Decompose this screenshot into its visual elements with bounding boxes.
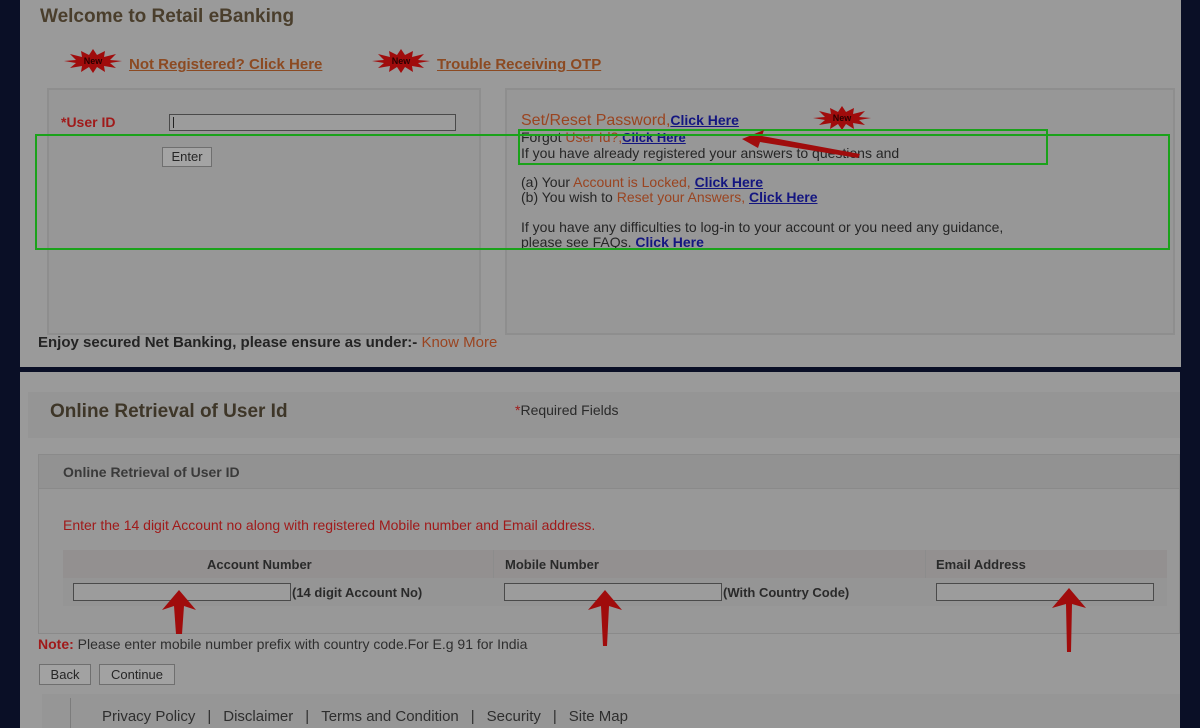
annotation-arrow-icon [1052,588,1086,652]
mobile-number-hint: (With Country Code) [723,585,850,600]
set-reset-password-link[interactable]: Click Here [670,112,738,128]
annotation-arrow-icon [588,590,622,646]
footer-link-privacy-policy[interactable]: Privacy Policy [102,708,195,725]
form-table-header: Account Number Mobile Number Email Addre… [63,550,1167,606]
footer-link-security[interactable]: Security [487,708,541,725]
back-button[interactable]: Back [39,664,91,685]
highlight-box [35,134,1170,250]
footer-link-disclaimer[interactable]: Disclaimer [223,708,293,725]
enjoy-secured-banking-text: Enjoy secured Net Banking, please ensure… [38,334,497,351]
footer-separator: | [470,708,475,725]
required-text: Required Fields [520,402,619,418]
column-header-mobile-number: Mobile Number [505,557,599,572]
not-registered-link[interactable]: Not Registered? Click Here [129,56,322,73]
footer-separator: | [207,708,212,725]
new-starburst-icon: New [64,49,122,73]
annotation-arrow-icon [162,590,196,634]
instruction-text: Enter the 14 digit Account no along with… [63,517,596,533]
set-reset-password-row: Set/Reset Password,Click Here [521,112,739,130]
footer-separator: | [305,708,310,725]
continue-button[interactable]: Continue [99,664,175,685]
section-title: Online Retrieval of User ID [63,464,240,480]
footer-divider [70,698,71,728]
section-header: Online Retrieval of User ID [39,455,1179,489]
account-number-hint: (14 digit Account No) [292,585,423,600]
new-starburst-icon: New [372,49,430,73]
new-starburst-icon: New [813,106,871,130]
required-fields-note: *Required Fields [515,402,619,418]
enjoy-text: Enjoy secured Net Banking, please ensure… [38,334,422,351]
trouble-receiving-otp-link[interactable]: Trouble Receiving OTP [437,56,601,73]
footer-link-site-map[interactable]: Site Map [569,708,628,725]
note-text: Please enter mobile number prefix with c… [73,636,528,652]
column-header-account-number: Account Number [207,557,312,572]
email-address-input[interactable] [936,583,1154,601]
footer-bar: Privacy Policy | Disclaimer | Terms and Cond… [42,694,1180,728]
footer-links: Privacy Policy | Disclaimer | Terms and Cond… [102,708,628,725]
svg-text:New: New [84,56,104,66]
footer-separator: | [552,708,557,725]
set-reset-password-label: Set/Reset Password [521,112,666,129]
note-label: Note: [38,636,74,652]
page-title: Welcome to Retail eBanking [40,6,295,27]
footer-link-terms[interactable]: Terms and Condition [321,708,459,725]
svg-text:New: New [392,56,412,66]
text-caret [173,117,174,128]
retrieval-page-title: Online Retrieval of User Id [50,401,288,422]
svg-text:New: New [833,113,853,123]
user-id-input[interactable] [169,114,456,131]
column-header-email-address: Email Address [936,557,1026,572]
mobile-prefix-note: Note: Please enter mobile number prefix … [38,636,527,652]
user-id-label: *User ID [61,114,116,130]
know-more-link[interactable]: Know More [421,334,497,351]
